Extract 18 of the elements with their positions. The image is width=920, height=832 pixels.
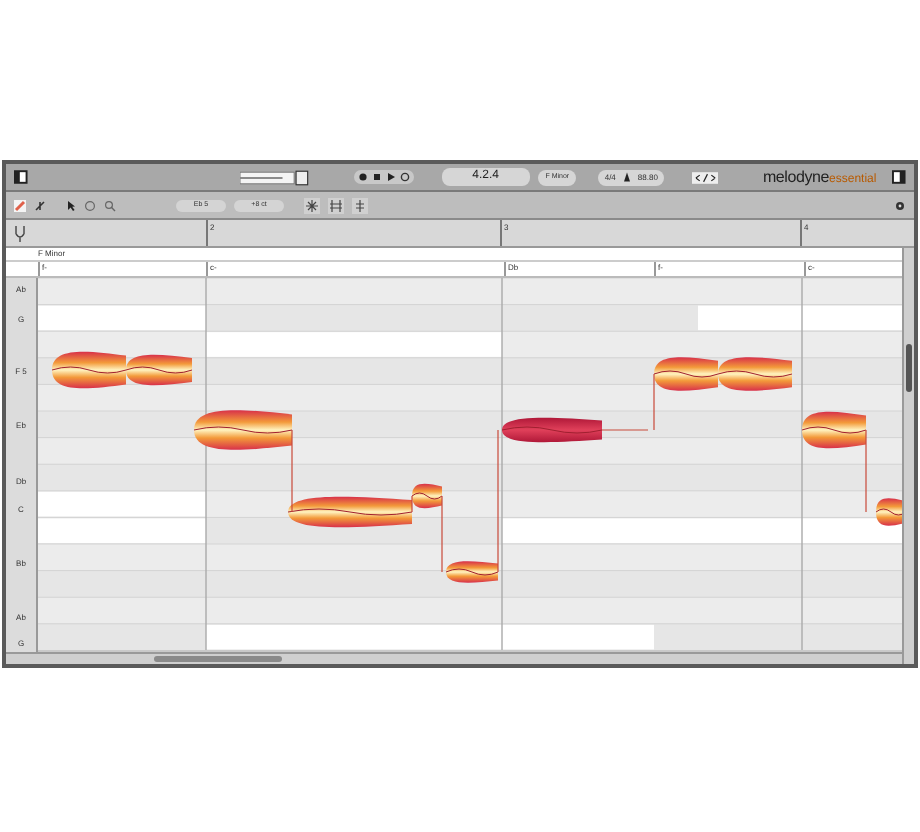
settings-icon[interactable] (894, 199, 906, 211)
record-icon[interactable] (357, 172, 368, 182)
horizontal-scrollbar[interactable] (154, 656, 282, 662)
grid-icon[interactable] (328, 197, 344, 213)
note-blobs-drawing[interactable] (51, 351, 902, 583)
brand-name: melodyne (762, 165, 830, 189)
panel-toggle-icon[interactable] (892, 170, 906, 184)
loop-icon[interactable] (399, 172, 410, 182)
vertical-scrollbar[interactable] (906, 344, 912, 392)
tuning-fork-icon[interactable] (12, 224, 28, 242)
pitch-tool-icon[interactable] (14, 199, 26, 211)
pointer-icon[interactable] (66, 199, 76, 211)
stop-icon[interactable] (371, 172, 382, 182)
metronome-icon[interactable] (621, 172, 632, 182)
play-icon[interactable] (385, 172, 396, 182)
zoom-slider-icon[interactable] (239, 169, 310, 185)
panel-toggle-icon[interactable] (14, 170, 28, 184)
search-icon[interactable] (104, 199, 116, 211)
